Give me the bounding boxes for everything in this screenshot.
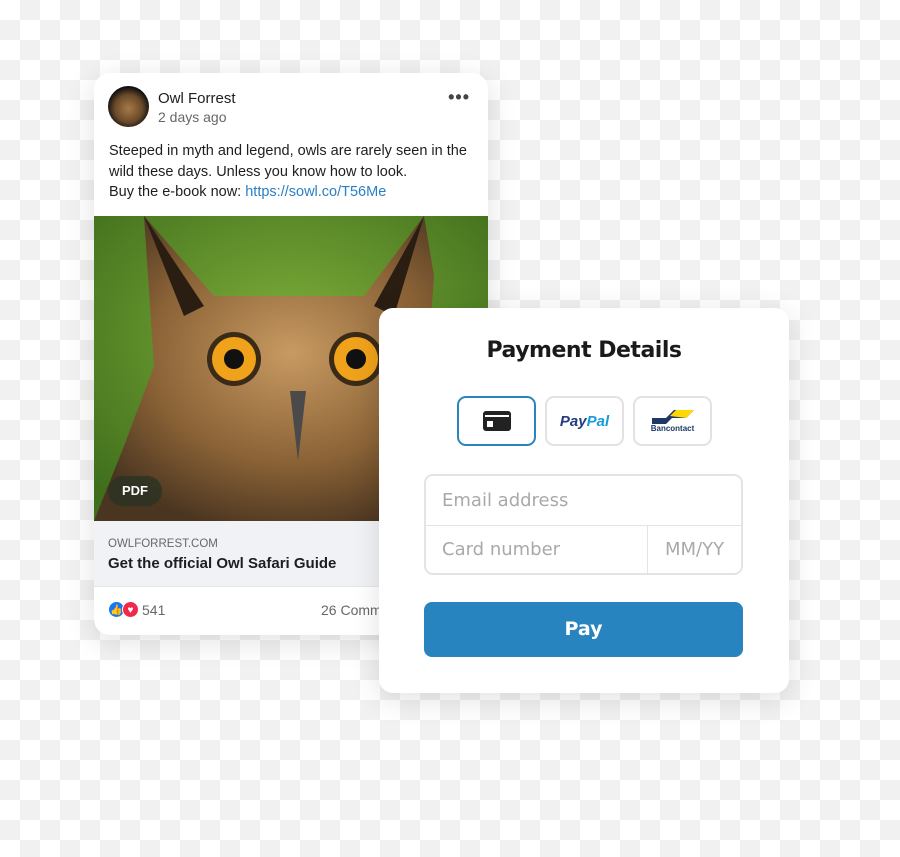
card-method-button[interactable] <box>457 396 536 446</box>
reactions[interactable]: 👍 ♥ 541 <box>108 601 165 618</box>
more-options-icon[interactable]: ••• <box>448 87 470 108</box>
bancontact-method-button[interactable]: Bancontact <box>633 396 712 446</box>
card-number-input[interactable]: Card number <box>442 539 560 560</box>
text-line: Buy the e-book now: <box>109 184 246 200</box>
payment-card: Payment Details PayPal Bancontact Email … <box>379 308 789 693</box>
pdf-badge: PDF <box>108 476 162 506</box>
text-line: Steeped in myth and legend, owls are rar… <box>109 143 467 159</box>
bancontact-logo-icon <box>651 409 694 424</box>
author-name[interactable]: Owl Forrest <box>158 90 236 107</box>
pay-button[interactable]: Pay <box>424 602 743 657</box>
text-line: wild these days. Unless you know how to … <box>109 163 408 180</box>
bancontact-label: Bancontact <box>650 423 695 433</box>
link-title: Get the official Owl Safari Guide <box>108 555 337 572</box>
reaction-count: 541 <box>142 601 166 618</box>
post-text: Steeped in myth and legend, owls are rar… <box>109 141 479 203</box>
avatar[interactable] <box>108 86 149 127</box>
email-input[interactable]: Email address <box>442 490 568 511</box>
credit-card-icon <box>482 411 511 431</box>
paypal-logo: PayPal <box>559 412 610 430</box>
link-domain: OWLFORREST.COM <box>108 538 218 550</box>
heart-icon: ♥ <box>122 601 139 618</box>
payment-form: Email address Card number MM/YY <box>424 474 743 575</box>
paypal-method-button[interactable]: PayPal <box>545 396 624 446</box>
post-time: 2 days ago <box>158 109 227 125</box>
post-link[interactable]: https://sowl.co/T56Me <box>245 184 386 200</box>
payment-title: Payment Details <box>486 338 682 363</box>
expiry-input[interactable]: MM/YY <box>665 539 724 560</box>
